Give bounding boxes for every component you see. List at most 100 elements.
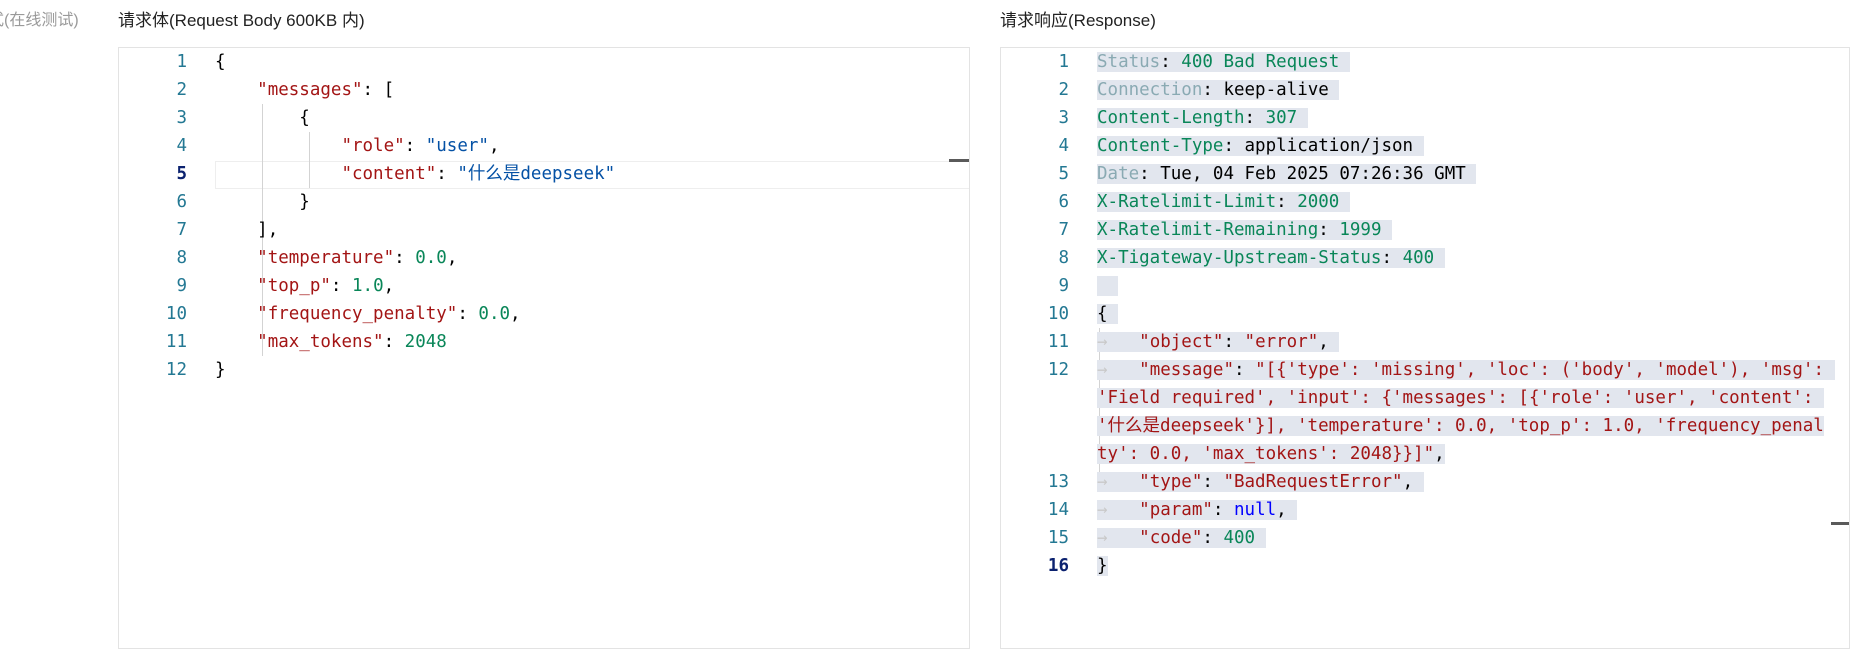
- code-line: }: [299, 192, 310, 212]
- header-value: 1999: [1339, 220, 1382, 240]
- header-line: Content-Length: 307: [1097, 104, 1308, 132]
- response-line-gutter: 1 2 3 4 5 6 7 8 9 10 11 12 13 14 15 16: [1001, 48, 1097, 648]
- code-line: }: [215, 360, 226, 380]
- line-number: 8: [1058, 248, 1069, 268]
- line-number: 7: [176, 220, 187, 240]
- line-number: 11: [165, 332, 187, 352]
- code-line: "temperature": 0.0,: [257, 248, 458, 268]
- code-line: {: [215, 52, 226, 72]
- code-line-wrapped: → "message": "[{'type': 'missing', 'loc'…: [1097, 360, 1835, 464]
- json-string: "什么是deepseek": [457, 164, 616, 184]
- code-line: "content": "什么是deepseek": [341, 164, 616, 184]
- json-number: 2048: [404, 332, 447, 352]
- line-number: 5: [176, 164, 187, 184]
- line-number: 4: [176, 136, 187, 156]
- line-number: 12: [1047, 360, 1069, 380]
- response-title: 请求响应(Response): [1000, 11, 1156, 30]
- header-line: Date: Tue, 04 Feb 2025 07:26:36 GMT: [1097, 160, 1477, 188]
- line-number: 15: [1047, 528, 1069, 548]
- code-line: "messages": [: [257, 80, 395, 100]
- response-viewer[interactable]: 1 2 3 4 5 6 7 8 9 10 11 12 13 14 15 16 Status: 400 Bad …: [1000, 47, 1850, 649]
- line-number: 4: [1058, 136, 1069, 156]
- code-line: → "type": "BadRequestError",: [1097, 468, 1424, 496]
- header-name: Content-Type: [1097, 136, 1224, 156]
- line-number: 13: [1047, 472, 1069, 492]
- line-number: 3: [1058, 108, 1069, 128]
- header-line: Status: 400 Bad Request: [1097, 48, 1350, 76]
- header-value: application/json: [1244, 136, 1414, 156]
- code-line: {: [1097, 300, 1119, 328]
- line-number: 11: [1047, 332, 1069, 352]
- json-key: "frequency_penalty": [257, 304, 458, 324]
- line-number: 8: [176, 248, 187, 268]
- code-line: "role": "user",: [341, 136, 500, 156]
- line-number: 1: [176, 52, 187, 72]
- code-line: "max_tokens": 2048: [257, 332, 447, 352]
- json-string: "error": [1244, 332, 1319, 352]
- code-line: "top_p": 1.0,: [257, 276, 395, 296]
- line-number: 6: [176, 192, 187, 212]
- header-value: 307: [1265, 108, 1298, 128]
- json-number: 1.0: [352, 276, 384, 296]
- header-value: 400 Bad Request: [1181, 52, 1340, 72]
- code-line: ],: [257, 220, 279, 240]
- line-number: 6: [1058, 192, 1069, 212]
- line-number: 1: [1058, 52, 1069, 72]
- json-keyword: null: [1234, 500, 1277, 520]
- code-line: "frequency_penalty": 0.0,: [257, 304, 521, 324]
- line-number: 3: [176, 108, 187, 128]
- header-line: X-Tigateway-Upstream-Status: 400: [1097, 244, 1445, 272]
- header-name: Date: [1097, 164, 1140, 184]
- header-name: X-Ratelimit-Limit: [1097, 192, 1277, 212]
- line-number: 14: [1047, 500, 1069, 520]
- code-line: → "code": 400: [1097, 524, 1266, 552]
- header-value: 2000: [1297, 192, 1340, 212]
- json-key: "type": [1139, 472, 1203, 492]
- json-key: "role": [341, 136, 405, 156]
- json-key: "code": [1139, 528, 1203, 548]
- line-number: 2: [176, 80, 187, 100]
- code-line: → "param": null,: [1097, 496, 1298, 524]
- line-number: 10: [1047, 304, 1069, 324]
- line-number: 9: [1058, 276, 1069, 296]
- json-key: "message": [1139, 360, 1234, 380]
- json-string: "BadRequestError": [1223, 472, 1403, 492]
- header-line: Content-Type: application/json: [1097, 132, 1424, 160]
- json-key: "max_tokens": [257, 332, 384, 352]
- line-number: 7: [1058, 220, 1069, 240]
- json-number: 400: [1223, 528, 1256, 548]
- header-line: X-Ratelimit-Remaining: 1999: [1097, 216, 1393, 244]
- line-number: 2: [1058, 80, 1069, 100]
- code-line: {: [299, 108, 310, 128]
- header-value: Tue, 04 Feb 2025 07:26:36 GMT: [1160, 164, 1466, 184]
- json-key: "top_p": [257, 276, 331, 296]
- header-name: X-Tigateway-Upstream-Status: [1097, 248, 1382, 268]
- header-value: 400: [1402, 248, 1435, 268]
- header-line: X-Ratelimit-Limit: 2000: [1097, 188, 1350, 216]
- line-number: 16: [1047, 556, 1069, 576]
- line-number: 10: [165, 304, 187, 324]
- scrollbar-marker: [1831, 522, 1849, 525]
- request-body-editor[interactable]: 1 2 3 4 5 6 7 8 9 10 11 12 { "messages": [ { "role"…: [118, 47, 970, 649]
- code-line: → "object": "error",: [1097, 328, 1340, 356]
- header-name: Status: [1097, 52, 1161, 72]
- request-body-title: 请求体(Request Body 600KB 内): [118, 11, 365, 30]
- json-key: "object": [1139, 332, 1224, 352]
- page-section-label: 式(在线测试): [0, 12, 79, 29]
- line-number: 5: [1058, 164, 1069, 184]
- json-key: "messages": [257, 80, 363, 100]
- header-name: X-Ratelimit-Remaining: [1097, 220, 1319, 240]
- header-name: Connection: [1097, 80, 1203, 100]
- request-line-gutter: 1 2 3 4 5 6 7 8 9 10 11 12: [119, 48, 215, 648]
- header-name: Content-Length: [1097, 108, 1245, 128]
- json-key: "content": [341, 164, 437, 184]
- scrollbar-marker: [949, 159, 969, 162]
- line-number: 12: [165, 360, 187, 380]
- json-string: "user": [425, 136, 489, 156]
- json-key: "temperature": [257, 248, 395, 268]
- blank-line: [1097, 272, 1119, 300]
- code-line: }: [1097, 556, 1108, 576]
- json-number: 0.0: [478, 304, 511, 324]
- header-line: Connection: keep-alive: [1097, 76, 1340, 104]
- json-number: 0.0: [415, 248, 447, 268]
